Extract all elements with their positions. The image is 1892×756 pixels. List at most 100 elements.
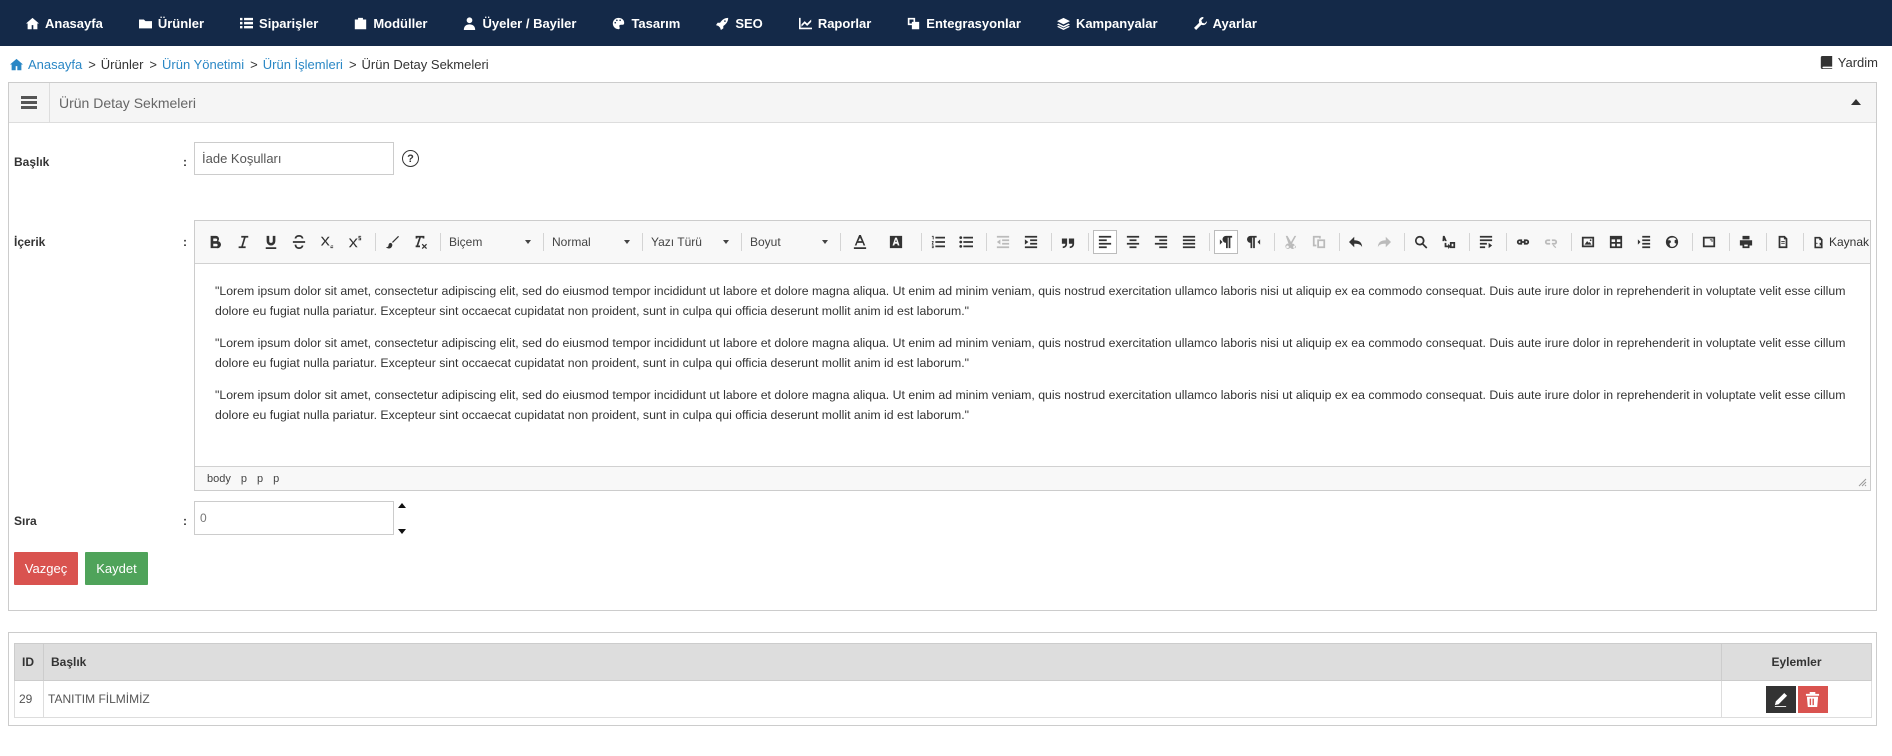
question-icon[interactable]: ? <box>402 150 419 167</box>
breadcrumb-home[interactable]: Anasayfa <box>28 57 82 72</box>
colon: : <box>183 155 187 169</box>
copy-format-button[interactable] <box>380 230 404 254</box>
table-row: 29 TANITIM FİLMİMİZ <box>14 680 1872 718</box>
title-input[interactable]: İade Koşulları <box>194 142 394 175</box>
spin-up-icon[interactable] <box>398 503 406 508</box>
nav-item-ayarlar[interactable]: Ayarlar <box>1193 0 1257 46</box>
cancel-button[interactable]: Vazgeç <box>14 552 78 585</box>
panel-menu-button[interactable] <box>9 83 50 122</box>
nav-item-entegrasyonlar[interactable]: Entegrasyonlar <box>907 0 1021 46</box>
outdent-button[interactable] <box>991 230 1015 254</box>
scissors-icon <box>1285 235 1297 249</box>
copy-button[interactable] <box>1307 230 1331 254</box>
underline-icon <box>265 235 277 249</box>
align-left-icon <box>1098 235 1112 249</box>
align-right-button[interactable] <box>1149 230 1173 254</box>
column-header-title[interactable]: Başlık <box>43 643 1722 681</box>
indent-button[interactable] <box>1019 230 1043 254</box>
horizontal-rule-button[interactable] <box>1632 230 1656 254</box>
caret-down-icon <box>525 240 531 244</box>
element-path-item[interactable]: body <box>207 473 231 485</box>
unlink-button[interactable] <box>1539 230 1563 254</box>
nav-item-raporlar[interactable]: Raporlar <box>798 0 871 46</box>
align-center-button[interactable] <box>1121 230 1145 254</box>
element-path-item[interactable]: p <box>273 473 279 485</box>
nav-item-anasayfa[interactable]: Anasayfa <box>26 0 103 46</box>
editor-content-area[interactable]: "Lorem ipsum dolor sit amet, consectetur… <box>195 264 1870 466</box>
table-button[interactable] <box>1604 230 1628 254</box>
layers-icon <box>1056 17 1070 30</box>
bulleted-list-button[interactable] <box>954 230 978 254</box>
align-justify-button[interactable] <box>1177 230 1201 254</box>
replace-button[interactable] <box>1437 230 1461 254</box>
module-icon <box>355 17 367 29</box>
maximize-button[interactable] <box>1697 230 1721 254</box>
iframe-button[interactable] <box>1660 230 1684 254</box>
superscript-button[interactable] <box>343 230 367 254</box>
table-icon <box>1609 235 1623 249</box>
hamburger-icon <box>21 96 37 109</box>
text-direction-ltr-button[interactable] <box>1214 230 1238 254</box>
caret-down-icon <box>822 240 828 244</box>
numbered-list-button[interactable] <box>926 230 950 254</box>
subscript-button[interactable] <box>315 230 339 254</box>
breadcrumb-product-operations[interactable]: Ürün İşlemleri <box>263 57 343 72</box>
blockquote-button[interactable] <box>1056 230 1080 254</box>
nav-item-uyeler-bayiler[interactable]: Üyeler / Bayiler <box>463 0 576 46</box>
element-path-item[interactable]: p <box>241 473 247 485</box>
save-button[interactable]: Kaydet <box>85 552 148 585</box>
cut-button[interactable] <box>1279 230 1303 254</box>
delete-button[interactable] <box>1797 685 1828 713</box>
style-dropdown[interactable]: Biçem <box>445 230 535 254</box>
resize-grip-icon[interactable] <box>1858 478 1867 487</box>
bold-icon <box>210 235 221 249</box>
element-path-item[interactable]: p <box>257 473 263 485</box>
link-button[interactable] <box>1511 230 1535 254</box>
collapse-caret-icon[interactable] <box>1850 97 1862 107</box>
font-dropdown[interactable]: Yazı Türü <box>647 230 733 254</box>
nav-item-siparisler[interactable]: Siparişler <box>240 0 318 46</box>
text-color-button[interactable] <box>845 230 877 254</box>
breadcrumb-separator: > <box>149 56 158 72</box>
spin-down-icon[interactable] <box>398 529 406 534</box>
remove-format-button[interactable] <box>408 230 432 254</box>
maximize-icon <box>1702 236 1716 248</box>
format-dropdown[interactable]: Normal <box>548 230 634 254</box>
image-button[interactable] <box>1576 230 1600 254</box>
help-link[interactable]: Yardim <box>1820 55 1878 70</box>
form-panel: Ürün Detay Sekmeleri Başlık : İade Koşul… <box>8 82 1877 611</box>
strikethrough-button[interactable] <box>287 230 311 254</box>
size-dropdown-label: Boyut <box>750 235 781 249</box>
breadcrumb-product-management[interactable]: Ürün Yönetimi <box>162 57 244 72</box>
redo-button[interactable] <box>1372 230 1396 254</box>
select-all-button[interactable] <box>1474 230 1498 254</box>
italic-button[interactable] <box>231 230 255 254</box>
select-all-icon <box>1479 235 1493 249</box>
colon: : <box>183 514 187 528</box>
nav-item-label: Siparişler <box>259 15 319 31</box>
nav-item-seo[interactable]: SEO <box>716 0 763 46</box>
trash-icon <box>1805 691 1820 707</box>
column-header-id[interactable]: ID <box>14 643 44 681</box>
bold-button[interactable] <box>203 230 227 254</box>
underline-button[interactable] <box>259 230 283 254</box>
preview-button[interactable] <box>1771 230 1795 254</box>
align-left-button[interactable] <box>1093 230 1117 254</box>
size-dropdown[interactable]: Boyut <box>746 230 832 254</box>
text-direction-rtl-button[interactable] <box>1242 230 1266 254</box>
print-button[interactable] <box>1734 230 1758 254</box>
background-color-button[interactable] <box>881 230 913 254</box>
nav-item-urunler[interactable]: Ürünler <box>138 0 204 46</box>
order-input[interactable]: 0 <box>194 501 394 535</box>
source-button[interactable]: Kaynak <box>1812 235 1869 249</box>
wrench-icon <box>1193 16 1207 30</box>
edit-button[interactable] <box>1765 685 1796 713</box>
nav-item-moduller[interactable]: Modüller <box>354 0 427 46</box>
find-button[interactable] <box>1409 230 1433 254</box>
undo-button[interactable] <box>1344 230 1368 254</box>
nav-item-tasarim[interactable]: Tasarım <box>612 0 680 46</box>
home-icon <box>10 58 23 70</box>
home-icon <box>26 17 39 29</box>
nav-item-kampanyalar[interactable]: Kampanyalar <box>1056 0 1158 46</box>
breadcrumb: Anasayfa > Ürünler > Ürün Yönetimi > Ürü… <box>10 55 489 73</box>
